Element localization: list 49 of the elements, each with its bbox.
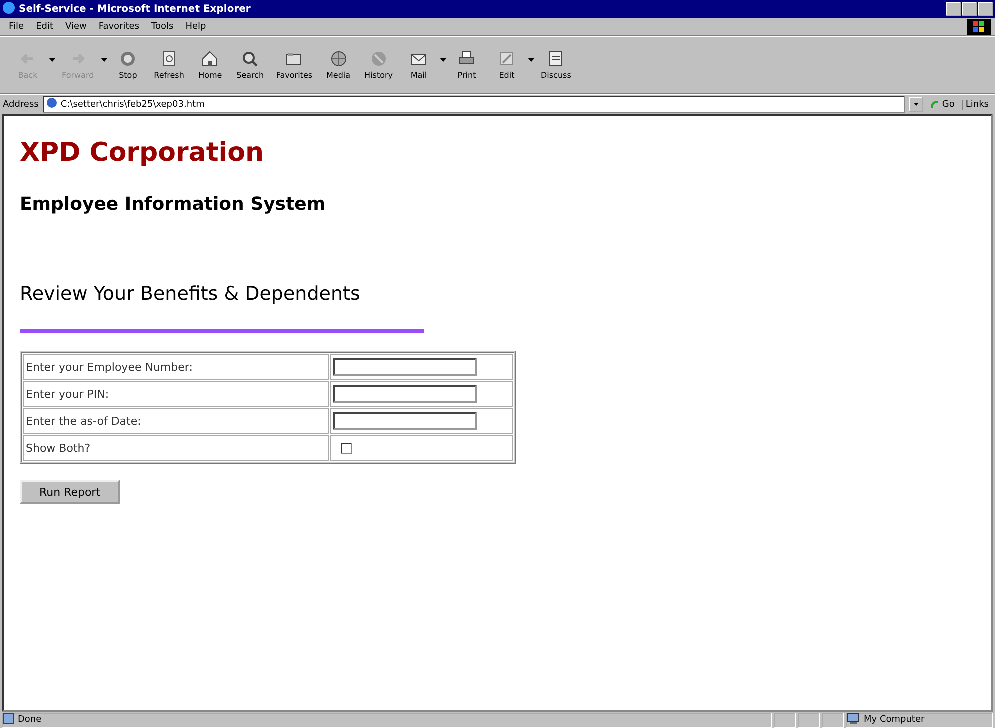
toolbar-button[interactable]: Edit (487, 48, 527, 82)
address-field[interactable]: C:\setter\chris\feb25\xep03.htm (42, 96, 906, 113)
input-field[interactable] (333, 358, 477, 376)
toolbar-button[interactable]: History (358, 48, 399, 82)
menu-item[interactable]: View (60, 22, 92, 32)
dropdown-caret-icon[interactable] (440, 58, 447, 62)
folder-icon (285, 50, 304, 68)
window-title: Self-Service - Microsoft Internet Explorer (19, 4, 252, 14)
toolbar-button[interactable]: Home (190, 48, 230, 82)
address-label: Address (3, 100, 39, 110)
menu-item[interactable]: File (4, 22, 30, 32)
toolbar-button[interactable]: Search (230, 48, 270, 82)
windows-logo-icon (967, 18, 991, 34)
run-report-button[interactable]: Run Report (20, 480, 120, 504)
notepad-icon (547, 50, 566, 68)
menu-item[interactable]: Edit (31, 22, 58, 32)
dropdown-button[interactable] (909, 97, 924, 112)
pencil-icon (498, 50, 516, 68)
company-name: XPD Corporation (20, 138, 266, 168)
links-button[interactable]: Links (962, 100, 992, 110)
magnifier-icon (241, 50, 260, 68)
menu-item[interactable]: Help (180, 22, 212, 32)
toolbar-button[interactable]: Discuss (535, 48, 578, 82)
go-button[interactable]: Go (927, 100, 958, 110)
dropdown-caret-icon[interactable] (528, 58, 535, 62)
toolbar-button[interactable]: Stop (108, 48, 148, 82)
page-heading: Review Your Benefits & Dependents (20, 283, 362, 305)
field-label: Enter your Employee Number: (23, 354, 329, 380)
toolbar-button[interactable]: Refresh (148, 48, 190, 82)
field-label: Enter your PIN: (23, 381, 329, 407)
address-text: C:\setter\chris\feb25\xep03.htm (60, 100, 205, 110)
house-icon (201, 50, 220, 68)
status-text: Done (18, 715, 42, 725)
system-title: Employee Information System (20, 194, 327, 215)
input-field[interactable] (333, 412, 477, 430)
field-label: Enter the as-of Date: (23, 408, 329, 434)
field-label: Show Both? (23, 435, 329, 461)
page-icon (3, 712, 15, 728)
toolbar-button[interactable]: Favorites (270, 48, 319, 82)
zone-text: My Computer (864, 715, 925, 725)
toolbar-button[interactable]: Mail (399, 48, 439, 82)
toolbar-button[interactable]: Print (447, 48, 487, 82)
caret-icon (914, 103, 919, 106)
menu-item[interactable]: Favorites (94, 22, 145, 32)
checkbox[interactable] (341, 442, 352, 454)
toolbar-button[interactable]: Media (318, 48, 359, 82)
menu-item[interactable]: Tools (146, 22, 179, 32)
input-field[interactable] (333, 385, 477, 403)
stop-icon (119, 50, 138, 68)
